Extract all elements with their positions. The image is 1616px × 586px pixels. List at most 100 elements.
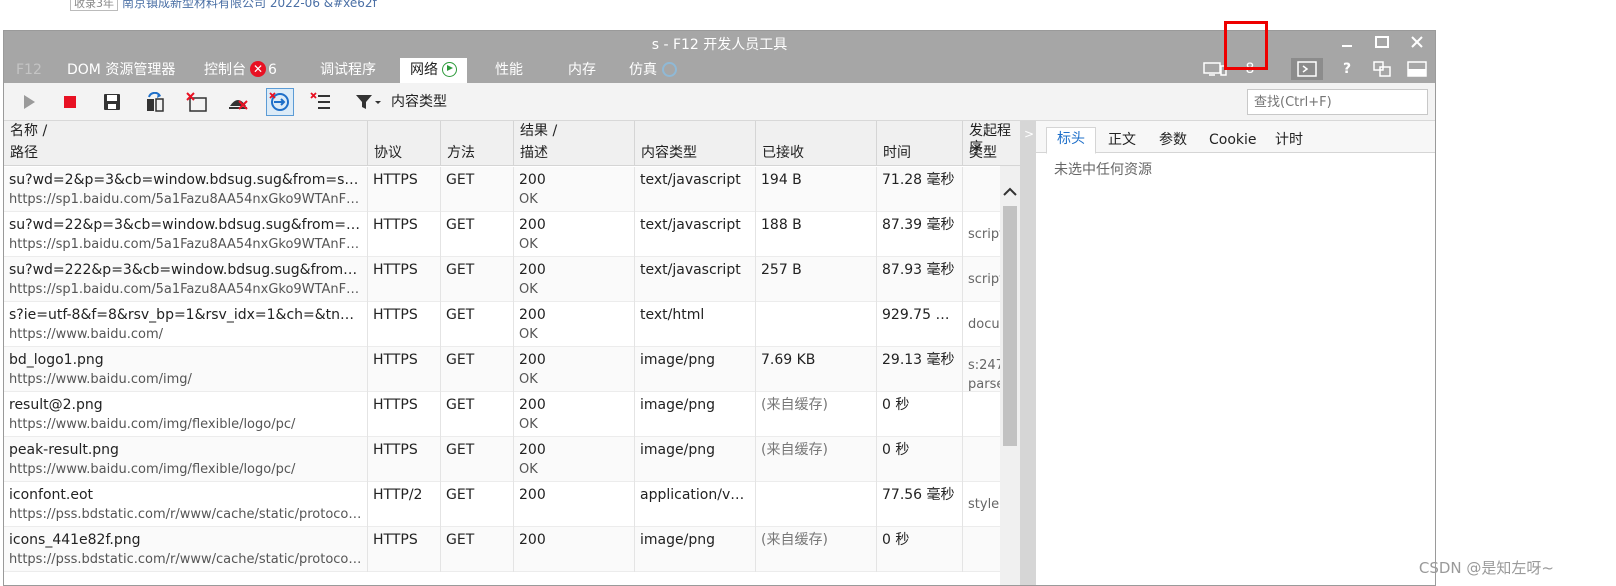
details-tab-timings[interactable]: 计时 [1265, 129, 1313, 153]
start-profiling-button[interactable] [17, 91, 41, 113]
method-value: GET [446, 307, 475, 323]
header-line-2: 内容类型 [641, 145, 697, 161]
table-row[interactable]: result@2.png https://www.baidu.com/img/fl… [4, 392, 1000, 437]
tab-debugger[interactable]: 调试程序 [310, 58, 386, 83]
maximize-button[interactable] [1365, 32, 1399, 54]
header-line-2: 协议 [374, 145, 402, 161]
filter-label[interactable]: 内容类型 [391, 91, 447, 111]
dock-bottom-icon [1407, 61, 1427, 77]
table-row[interactable]: peak-result.png https://www.baidu.com/img… [4, 437, 1000, 482]
window-title: s - F12 开发人员工具 [651, 37, 788, 53]
column-initiator-type[interactable]: 发起程序 类型 [963, 121, 1020, 166]
tool-tabs: F12 DOM 资源管理器 控制台 ✕ 6 调试程序 网络 性能 内存 仿真 8 ? [4, 55, 1435, 83]
cell-result: 200 [514, 527, 635, 572]
content-type-value: image/png [640, 397, 715, 413]
clear-cache-icon [229, 100, 248, 110]
cell-method: GET [441, 212, 514, 257]
request-name: bd_logo1.png [9, 352, 104, 368]
cell-name-path: s?ie=utf-8&f=8&rsv_bp=1&rsv_idx=1&ch=&tn… [4, 302, 368, 347]
details-tab-cookies[interactable]: Cookie [1199, 129, 1267, 153]
column-protocol[interactable]: 协议 [368, 121, 441, 166]
cell-content-type: text/html [635, 302, 756, 347]
received-value: (来自缓存) [761, 442, 828, 458]
clear-entries-on-navigate-button[interactable] [309, 91, 333, 113]
error-count: 6 [268, 62, 277, 78]
status-code: 200 [519, 442, 546, 458]
vertical-scrollbar[interactable] [1000, 166, 1020, 585]
table-row[interactable]: icons_441e82f.png https://pss.bdstatic.co… [4, 527, 1000, 572]
tab-performance[interactable]: 性能 [485, 58, 533, 83]
console-icon [1297, 61, 1317, 77]
cell-received: 194 B [756, 167, 877, 212]
help-button[interactable]: ? [1338, 58, 1356, 80]
cell-name-path: su?wd=2&p=3&cb=window.bdsug.sug&from=sup… [4, 167, 368, 212]
clear-cache-button[interactable] [226, 91, 250, 113]
console-toggle-button[interactable] [1291, 58, 1323, 80]
stop-profiling-button[interactable] [58, 91, 82, 113]
protocol-value: HTTPS [373, 217, 418, 233]
cell-received [756, 302, 877, 347]
export-button[interactable] [100, 91, 124, 113]
details-tab-headers[interactable]: 标头 [1046, 127, 1096, 154]
details-tab-parameters[interactable]: 参数 [1149, 129, 1197, 153]
status-description: OK [519, 282, 538, 297]
protocol-value: HTTPS [373, 352, 418, 368]
table-row[interactable]: s?ie=utf-8&f=8&rsv_bp=1&rsv_idx=1&ch=&tn… [4, 302, 1020, 347]
table-row[interactable]: iconfont.eot https://pss.bdstatic.com/r/w… [4, 482, 1000, 527]
column-method[interactable]: 方法 [441, 121, 514, 166]
column-time[interactable]: 时间 [877, 121, 963, 166]
time-value: 29.13 毫秒 [882, 352, 955, 368]
cell-time: 929.75 毫秒 [877, 302, 963, 347]
cell-time: 0 秒 [877, 437, 963, 482]
tab-network[interactable]: 网络 [400, 58, 467, 83]
received-value: 257 B [761, 262, 802, 278]
table-row[interactable]: su?wd=2&p=3&cb=window.bdsug.sug&from=sup… [4, 167, 1000, 212]
request-path: https://pss.bdstatic.com/r/www/cache/sta… [9, 552, 362, 567]
tab-emulation[interactable]: 仿真 [619, 58, 687, 83]
tab-memory[interactable]: 内存 [558, 58, 606, 83]
table-row[interactable]: su?wd=22&p=3&cb=window.bdsug.sug&from=su… [4, 212, 1004, 257]
content-type-filter-button[interactable] [354, 91, 384, 113]
dock-button[interactable] [1405, 58, 1429, 80]
status-description: OK [519, 462, 538, 477]
table-row[interactable]: su?wd=222&p=3&cb=window.bdsug.sug&from=s… [4, 257, 1004, 302]
protocol-value: HTTPS [373, 262, 418, 278]
cell-received: 188 B [756, 212, 877, 257]
column-received[interactable]: 已接收 [756, 121, 877, 166]
clear-cookies-button[interactable] [266, 88, 294, 116]
tab-dom-explorer[interactable]: DOM 资源管理器 [57, 58, 185, 83]
scroll-up-icon[interactable] [1000, 184, 1020, 200]
cell-method: GET [441, 437, 514, 482]
empty-selection-message: 未选中任何资源 [1054, 162, 1152, 178]
table-row[interactable]: bd_logo1.png https://www.baidu.com/img/HT… [4, 347, 1010, 392]
column-result-description[interactable]: 结果 / 描述 [514, 121, 635, 166]
find-input[interactable] [1247, 89, 1428, 115]
tab-label: 仿真 [629, 62, 657, 78]
undock-button[interactable] [1370, 58, 1394, 80]
devtools-window: s - F12 开发人员工具 F12 DOM 资源管理器 控制台 ✕ 6 调试程序 … [3, 30, 1436, 586]
content-type-value: image/png [640, 532, 715, 548]
column-name-path[interactable]: 名称 / 路径 [4, 121, 368, 166]
close-button[interactable] [1400, 32, 1434, 54]
cell-content-type: text/javascript [635, 257, 756, 302]
refresh-server-icon [147, 92, 164, 112]
details-tabs: 标头 正文 参数 Cookie 计时 [1036, 121, 1435, 154]
panel-splitter[interactable]: > [1020, 121, 1036, 585]
minimize-button[interactable] [1330, 32, 1364, 54]
scrollbar-thumb[interactable] [1003, 206, 1017, 446]
content-type-value: text/html [640, 307, 705, 323]
details-tab-body[interactable]: 正文 [1098, 129, 1146, 153]
always-refresh-button[interactable] [143, 91, 167, 113]
tab-console[interactable]: 控制台 ✕ 6 [194, 58, 287, 83]
clear-session-button[interactable] [185, 91, 209, 113]
cell-time: 71.28 毫秒 [877, 167, 963, 212]
time-value: 71.28 毫秒 [882, 172, 955, 188]
column-content-type[interactable]: 内容类型 [635, 121, 756, 166]
background-company: 南京镇成新型材料有限公司 2022-06 &#xe62f [122, 0, 377, 10]
method-value: GET [446, 217, 475, 233]
tab-f12[interactable]: F12 [6, 58, 52, 83]
cell-content-type: image/png [635, 527, 756, 572]
request-name: s?ie=utf-8&f=8&rsv_bp=1&rsv_idx=1&ch=&tn… [9, 307, 362, 323]
title-bar: s - F12 开发人员工具 [4, 31, 1435, 55]
cell-content-type: application/vnd.ms-fontobject [635, 482, 756, 527]
